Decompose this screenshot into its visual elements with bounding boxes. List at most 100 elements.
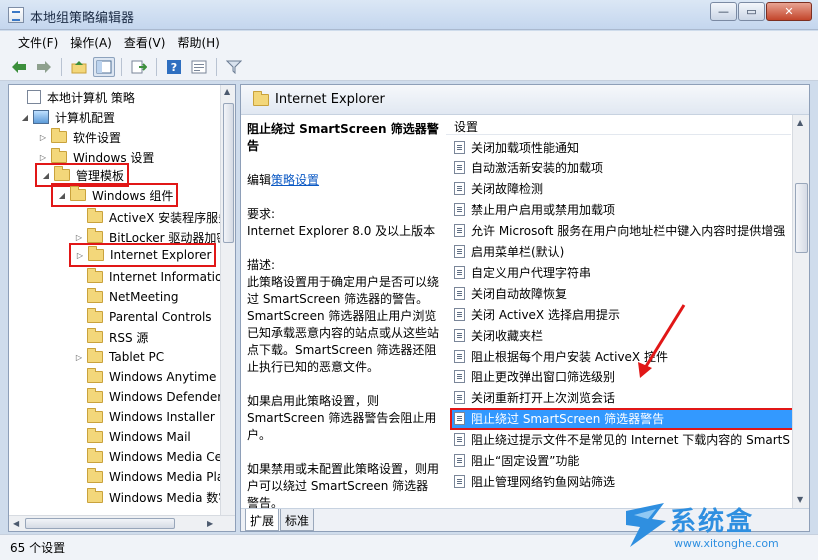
- menu-action[interactable]: 操作(A): [64, 31, 118, 53]
- scroll-up-icon[interactable]: ▲: [797, 118, 803, 127]
- expand-icon[interactable]: ▷: [73, 231, 85, 243]
- tree-item-software-settings[interactable]: ▷ 软件设置: [37, 127, 121, 147]
- brand-name: 系统盒: [670, 507, 755, 537]
- scroll-thumb[interactable]: [25, 518, 175, 529]
- menu-help[interactable]: 帮助(H): [171, 31, 225, 53]
- collapse-icon[interactable]: ◢: [19, 111, 31, 123]
- up-folder-icon[interactable]: [68, 57, 90, 77]
- help-icon[interactable]: ?: [163, 57, 185, 77]
- expand-icon[interactable]: ▷: [37, 131, 49, 143]
- scroll-thumb[interactable]: [223, 103, 234, 243]
- tree-item-tablet-pc[interactable]: ▷ Tablet PC: [73, 347, 164, 367]
- forward-arrow-icon[interactable]: [33, 57, 55, 77]
- maximize-button[interactable]: ▭: [738, 2, 765, 21]
- tree-item-parental-controls[interactable]: Parental Controls: [73, 307, 212, 327]
- setting-row[interactable]: 自动激活新安装的加载项: [454, 158, 796, 178]
- tree-item-admin-templates[interactable]: ◢ 管理模板: [34, 163, 130, 187]
- scroll-up-icon[interactable]: ▲: [224, 87, 230, 96]
- setting-row[interactable]: 关闭故障检测: [454, 179, 796, 199]
- tree-vertical-scrollbar[interactable]: ▲: [220, 85, 235, 515]
- tree-item-defender[interactable]: Windows Defender: [73, 387, 222, 407]
- tree-item-bitlocker[interactable]: ▷ BitLocker 驱动器加密: [73, 227, 228, 247]
- tree-item-installer[interactable]: Windows Installer: [73, 407, 215, 427]
- folder-icon: [87, 368, 103, 383]
- requirement-text: Internet Explorer 8.0 及以上版本: [247, 224, 436, 238]
- edit-policy-link[interactable]: 策略设置: [271, 173, 319, 187]
- tree-item-media-center[interactable]: Windows Media Center: [73, 447, 235, 467]
- folder-icon: [87, 448, 103, 463]
- scroll-thumb[interactable]: [795, 183, 808, 253]
- setting-row[interactable]: 阻止更改弹出窗口筛选级别: [454, 367, 796, 387]
- back-arrow-icon[interactable]: [8, 57, 30, 77]
- brand-url: www.xitonghe.com: [674, 537, 779, 550]
- close-button[interactable]: ✕: [766, 2, 812, 21]
- collapse-icon[interactable]: ◢: [40, 169, 52, 181]
- tree-item-label: Internet Information Services: [109, 270, 235, 284]
- tree-item-label: Windows 设置: [73, 150, 155, 165]
- scroll-right-icon[interactable]: ▶: [207, 519, 213, 528]
- tab-standard[interactable]: 标准: [280, 509, 315, 531]
- tree-item-windows-settings[interactable]: ▷ Windows 设置: [37, 147, 154, 167]
- scroll-left-icon[interactable]: ◀: [13, 519, 19, 528]
- tree-item-anytime-upgrade[interactable]: Windows Anytime Upgrade: [73, 367, 235, 387]
- tree-item-netmeeting[interactable]: NetMeeting: [73, 287, 178, 307]
- tree-item-internet-explorer[interactable]: ▷ Internet Explorer: [68, 243, 217, 267]
- tree-item-label: Parental Controls: [109, 310, 212, 324]
- properties-icon[interactable]: [188, 57, 210, 77]
- setting-row[interactable]: 关闭收藏夹栏: [454, 325, 796, 345]
- tree-item-windows-components[interactable]: ◢ Windows 组件: [50, 183, 179, 207]
- setting-row[interactable]: 禁止用户启用或禁用加载项: [454, 200, 796, 220]
- setting-row[interactable]: 阻止绕过提示文件不是常见的 Internet 下载内容的 SmartS: [454, 430, 796, 450]
- setting-row[interactable]: 自定义用户代理字符串: [454, 262, 796, 282]
- export-icon[interactable]: [128, 57, 150, 77]
- setting-row[interactable]: 关闭自动故障恢复: [454, 283, 796, 303]
- tab-extended[interactable]: 扩展: [245, 509, 280, 531]
- policy-setting-icon: [454, 182, 465, 196]
- folder-icon: [87, 428, 103, 443]
- collapse-icon[interactable]: ◢: [56, 189, 68, 201]
- setting-row[interactable]: 阻止“固定设置”功能: [454, 451, 796, 471]
- setting-row[interactable]: 阻止绕过 SmartScreen 筛选器警告: [450, 407, 797, 430]
- setting-row[interactable]: 关闭加载项性能通知: [454, 137, 796, 157]
- list-vertical-scrollbar[interactable]: ▲ ▼: [792, 115, 809, 508]
- tree-horizontal-scrollbar[interactable]: ◀ ▶: [9, 515, 235, 531]
- tree-item-windows-mail[interactable]: Windows Mail: [73, 427, 191, 447]
- filter-icon[interactable]: [223, 57, 245, 77]
- policy-setting-icon: [454, 286, 465, 300]
- setting-row[interactable]: 启用菜单栏(默认): [454, 242, 796, 262]
- show-tree-icon[interactable]: [93, 56, 115, 77]
- tree-item-iis[interactable]: Internet Information Services: [73, 267, 235, 287]
- setting-row[interactable]: 允许 Microsoft 服务在用户向地址栏中键入内容时提供增强: [454, 221, 796, 241]
- tree-item-label: Windows Media 数字权限管理: [109, 490, 235, 505]
- column-header-setting[interactable]: 设置: [446, 115, 791, 135]
- expand-icon[interactable]: ▷: [73, 351, 85, 363]
- setting-row[interactable]: 关闭 ActiveX 选择启用提示: [454, 304, 796, 324]
- policy-setting-icon: [454, 161, 465, 175]
- tree-item-computer-config[interactable]: ◢ 计算机配置: [19, 107, 115, 127]
- minimize-button[interactable]: —: [710, 2, 737, 21]
- tree-item-local-policy[interactable]: 本地计算机 策略: [13, 87, 135, 107]
- expand-icon[interactable]: ▷: [74, 249, 86, 261]
- menu-view[interactable]: 查看(V): [118, 31, 172, 53]
- toolbar-separator: [156, 57, 157, 76]
- menu-file[interactable]: 文件(F): [12, 31, 64, 53]
- tree-item-media-player[interactable]: Windows Media Player: [73, 467, 235, 487]
- setting-row[interactable]: 阻止管理网络钓鱼网站筛选: [454, 471, 796, 491]
- tree-item-activex-installer[interactable]: ActiveX 安装程序服务: [73, 207, 230, 227]
- tree-item-media-drm[interactable]: Windows Media 数字权限管理: [73, 487, 235, 507]
- tree-item-rss[interactable]: RSS 源: [73, 327, 148, 347]
- setting-row[interactable]: 关闭重新打开上次浏览会话: [454, 388, 796, 408]
- setting-label: 关闭故障检测: [471, 182, 544, 197]
- description-panel: 阻止绕过 SmartScreen 筛选器警告 编辑策略设置 要求: Intern…: [241, 115, 446, 508]
- collapse-icon[interactable]: [13, 91, 25, 103]
- folder-icon: [87, 488, 103, 503]
- setting-row[interactable]: 阻止根据每个用户安装 ActiveX 控件: [454, 346, 796, 366]
- policy-setting-icon: [454, 454, 465, 467]
- tree-item-label: Windows Installer: [109, 410, 215, 424]
- policy-setting-icon: [454, 433, 465, 447]
- expand-icon[interactable]: ▷: [37, 151, 49, 163]
- setting-label: 自动激活新安装的加载项: [471, 161, 604, 176]
